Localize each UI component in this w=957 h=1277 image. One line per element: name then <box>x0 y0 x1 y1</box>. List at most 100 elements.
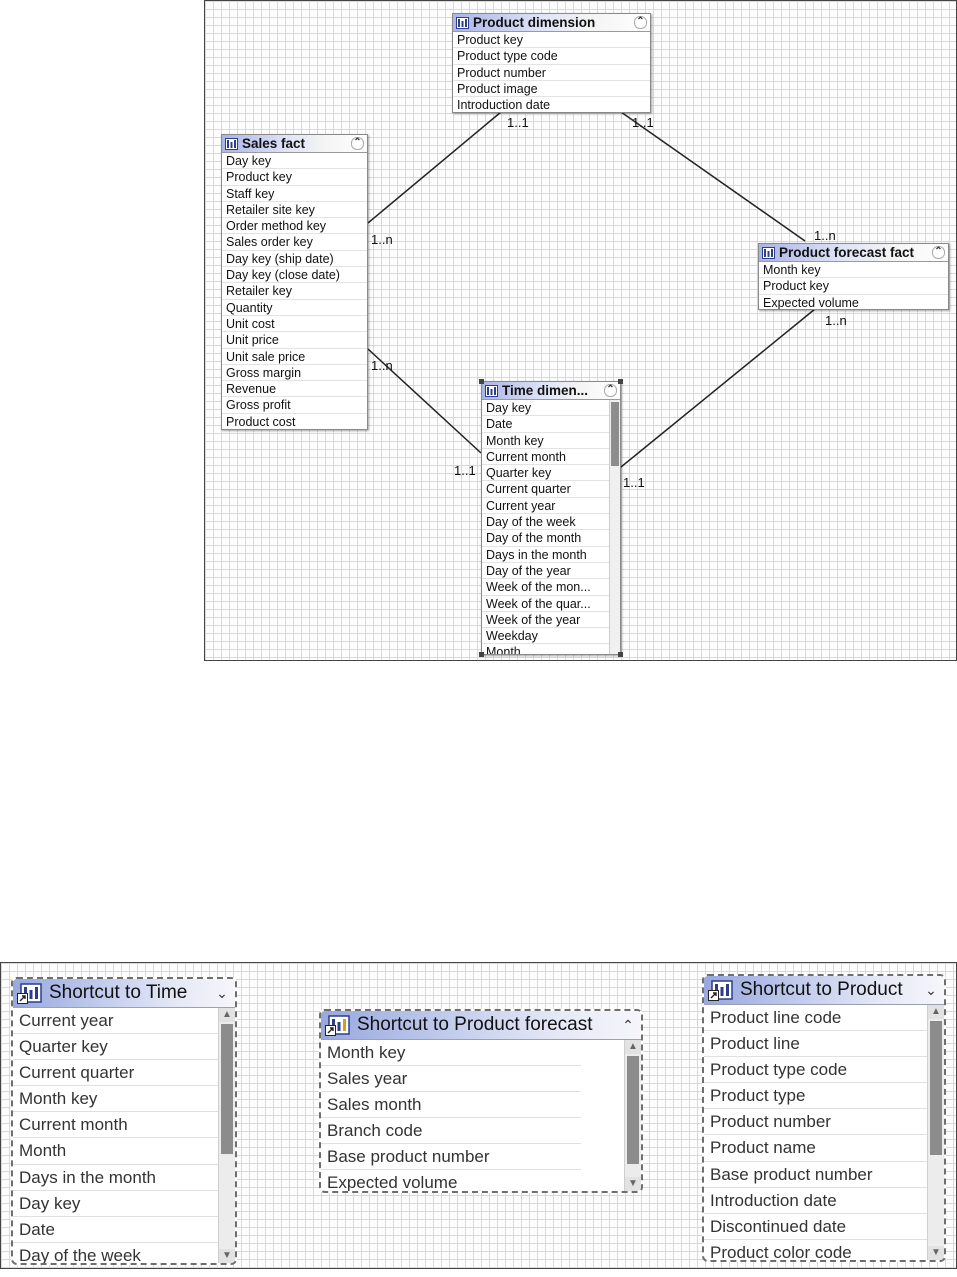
shortcut-time[interactable]: Shortcut to Time ⌄ Current year Quarter … <box>11 977 237 1265</box>
field-row[interactable]: Retailer site key <box>222 202 367 219</box>
entity-header[interactable]: Product dimension ⌃ <box>453 14 650 32</box>
field-row[interactable]: Product line <box>704 1031 928 1058</box>
scrollbar[interactable]: ▲ ▼ <box>218 1008 235 1263</box>
field-row[interactable]: Day key (ship date) <box>222 251 367 268</box>
entity-time-dimension[interactable]: Time dimen... ⌃ Day key Date Month key C… <box>481 381 621 655</box>
scrollbar-thumb[interactable] <box>930 1021 942 1155</box>
field-row[interactable]: Day key <box>482 400 610 417</box>
scrollbar[interactable]: ▲ ▼ <box>624 1040 641 1191</box>
field-row[interactable]: Product type code <box>453 48 650 65</box>
field-row[interactable]: Quarter key <box>13 1034 219 1061</box>
field-row[interactable]: Gross profit <box>222 397 367 414</box>
chevron-down-icon[interactable]: ⌄ <box>922 982 940 999</box>
scrollbar-thumb[interactable] <box>611 402 619 466</box>
selection-handle[interactable] <box>618 652 623 657</box>
field-row[interactable]: Sales order key <box>222 234 367 251</box>
selection-handle[interactable] <box>618 379 623 384</box>
field-row[interactable]: Days in the month <box>482 547 610 563</box>
entity-sales-fact[interactable]: Sales fact ⌃ Day key Product key Staff k… <box>221 134 368 430</box>
field-row[interactable]: Current quarter <box>13 1060 219 1087</box>
field-row[interactable]: Unit price <box>222 332 367 349</box>
field-row[interactable]: Quarter key <box>482 465 610 482</box>
field-row[interactable]: Week of the year <box>482 612 610 629</box>
field-row[interactable]: Product key <box>759 278 948 295</box>
field-row[interactable]: Current year <box>482 498 610 515</box>
field-row[interactable]: Month key <box>482 433 610 449</box>
field-row[interactable]: Sales month <box>321 1092 581 1119</box>
entity-product-forecast-fact[interactable]: Product forecast fact ⌃ Month key Produc… <box>758 243 949 310</box>
field-row[interactable]: Day of the month <box>482 530 610 547</box>
shortcut-header[interactable]: Shortcut to Product forecast ⌃ <box>321 1011 641 1040</box>
shortcut-header[interactable]: Shortcut to Product ⌄ <box>704 976 944 1005</box>
field-row[interactable]: Revenue <box>222 381 367 398</box>
field-row[interactable]: Current month <box>13 1112 219 1139</box>
shortcut-product-forecast[interactable]: Shortcut to Product forecast ⌃ Month key… <box>319 1009 643 1193</box>
chevron-up-icon[interactable]: ⌃ <box>604 384 617 397</box>
model-diagram-canvas[interactable]: 1..1 1..n 1..1 1..n 1..n 1..1 1..n 1..1 … <box>204 0 957 661</box>
field-row[interactable]: Product number <box>453 65 650 81</box>
field-row[interactable]: Day of the week <box>482 514 610 531</box>
field-row[interactable]: Order method key <box>222 218 367 235</box>
field-row[interactable]: Current year <box>13 1008 219 1035</box>
chevron-down-icon[interactable]: ⌄ <box>213 985 231 1002</box>
selection-handle[interactable] <box>479 379 484 384</box>
field-row[interactable]: Current quarter <box>482 481 610 498</box>
chevron-up-icon[interactable]: ⌃ <box>634 16 647 29</box>
field-row[interactable]: Week of the mon... <box>482 579 610 596</box>
field-row[interactable]: Unit sale price <box>222 349 367 365</box>
field-row[interactable]: Product name <box>704 1135 928 1162</box>
field-row[interactable]: Product cost <box>222 414 367 429</box>
scroll-up-icon[interactable]: ▲ <box>219 1008 235 1022</box>
field-row[interactable]: Day of the year <box>482 563 610 580</box>
field-row[interactable]: Day key (close date) <box>222 267 367 284</box>
field-row[interactable]: Staff key <box>222 186 367 202</box>
scroll-up-icon[interactable]: ▲ <box>625 1040 641 1054</box>
field-row[interactable]: Introduction date <box>704 1188 928 1214</box>
field-row[interactable]: Quantity <box>222 300 367 316</box>
field-row[interactable]: Base product number <box>321 1144 581 1171</box>
field-row[interactable]: Introduction date <box>453 97 650 112</box>
field-row[interactable]: Sales year <box>321 1066 581 1093</box>
chevron-up-icon[interactable]: ⌃ <box>351 137 364 150</box>
entity-header[interactable]: Sales fact ⌃ <box>222 135 367 153</box>
field-row[interactable]: Product key <box>222 169 367 186</box>
field-row[interactable]: Month key <box>759 262 948 279</box>
field-row[interactable]: Days in the month <box>13 1165 219 1191</box>
field-row[interactable]: Date <box>13 1217 219 1243</box>
field-row[interactable]: Current month <box>482 449 610 466</box>
chevron-up-icon[interactable]: ⌃ <box>619 1017 637 1034</box>
rel-forecast-time-line[interactable] <box>620 308 816 468</box>
field-row[interactable]: Product type code <box>704 1057 928 1084</box>
field-row[interactable]: Gross margin <box>222 365 367 382</box>
field-row[interactable]: Expected volume <box>321 1170 581 1191</box>
field-row[interactable]: Discontinued date <box>704 1214 928 1240</box>
field-row[interactable]: Day of the week <box>13 1243 219 1263</box>
selection-handle[interactable] <box>479 652 484 657</box>
scroll-down-icon[interactable]: ▼ <box>625 1177 641 1191</box>
scrollbar-thumb[interactable] <box>221 1024 233 1154</box>
scroll-down-icon[interactable]: ▼ <box>928 1246 944 1260</box>
field-row[interactable]: Month <box>13 1138 219 1165</box>
scroll-down-icon[interactable]: ▼ <box>219 1249 235 1263</box>
field-row[interactable]: Month <box>482 644 610 654</box>
field-row[interactable]: Day key <box>13 1191 219 1217</box>
shortcut-diagram-canvas[interactable]: Shortcut to Time ⌄ Current year Quarter … <box>0 962 957 1269</box>
entity-header[interactable]: Product forecast fact ⌃ <box>759 244 948 262</box>
entity-header[interactable]: Time dimen... ⌃ <box>482 382 620 400</box>
field-row[interactable]: Day key <box>222 153 367 170</box>
entity-product-dimension[interactable]: Product dimension ⌃ Product key Product … <box>452 13 651 113</box>
shortcut-header[interactable]: Shortcut to Time ⌄ <box>13 979 235 1008</box>
scrollbar[interactable] <box>609 400 620 654</box>
rel-sales-product-line[interactable] <box>367 111 502 224</box>
scroll-up-icon[interactable]: ▲ <box>928 1005 944 1019</box>
field-row[interactable]: Product number <box>704 1109 928 1136</box>
field-row[interactable]: Expected volume <box>759 295 948 309</box>
field-row[interactable]: Product image <box>453 81 650 98</box>
field-row[interactable]: Product line code <box>704 1005 928 1032</box>
chevron-up-icon[interactable]: ⌃ <box>932 246 945 259</box>
field-row[interactable]: Product type <box>704 1083 928 1110</box>
field-row[interactable]: Product color code <box>704 1240 928 1260</box>
field-row[interactable]: Product key <box>453 32 650 49</box>
field-row[interactable]: Branch code <box>321 1118 581 1145</box>
field-row[interactable]: Month key <box>321 1040 581 1067</box>
